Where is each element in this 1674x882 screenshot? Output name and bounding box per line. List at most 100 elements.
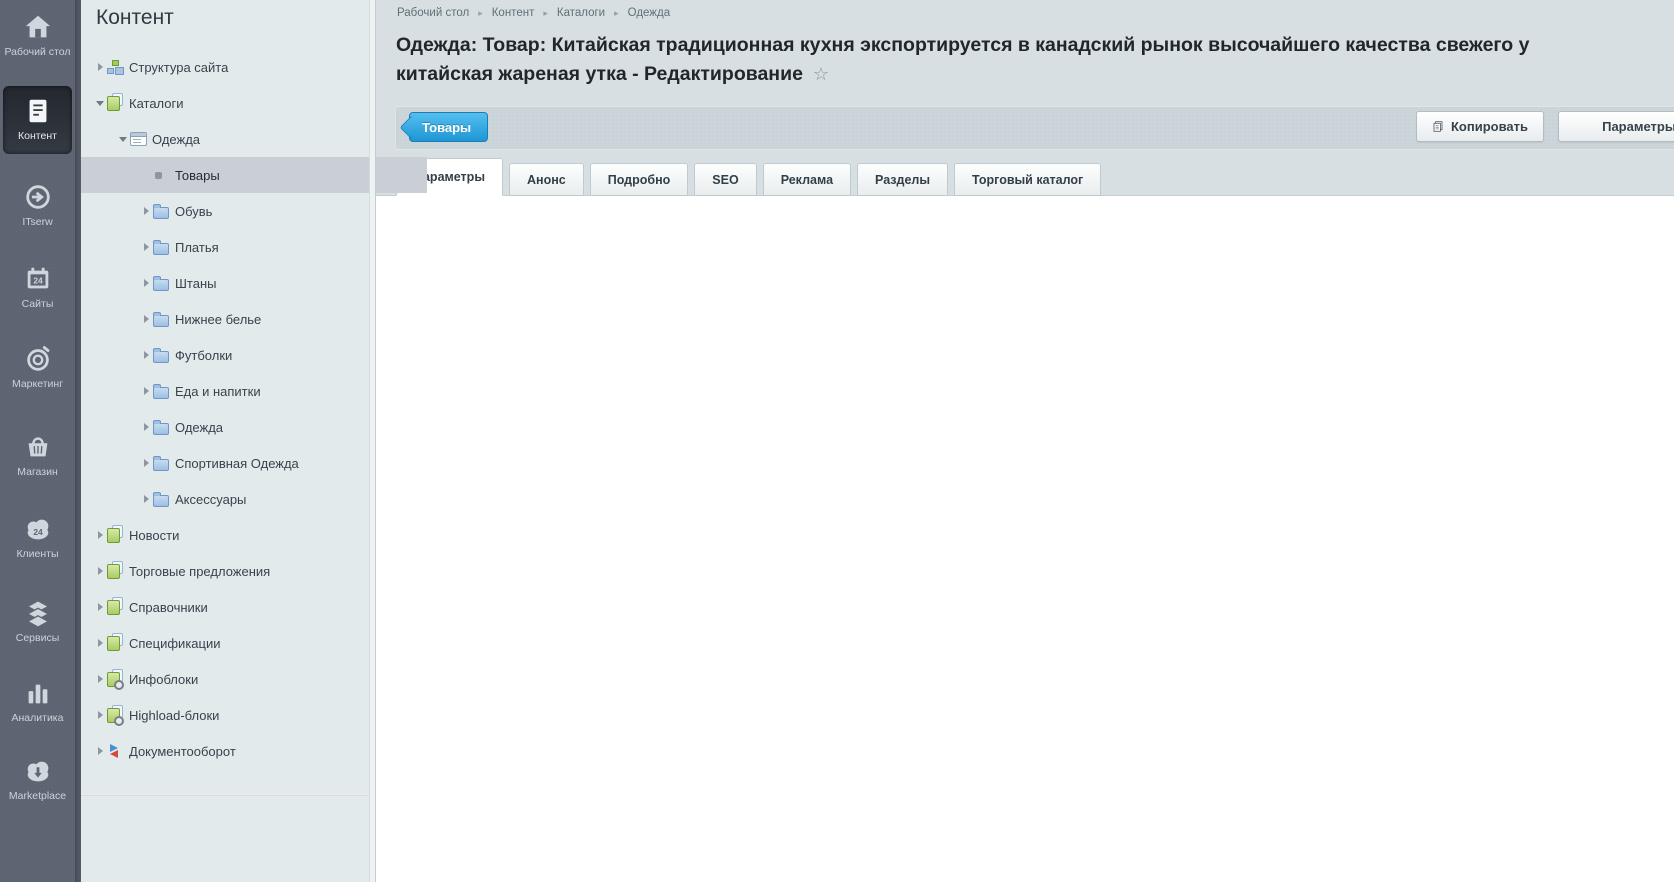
rail-item-label: Маркетинг	[12, 378, 63, 390]
arrow-circle-icon	[23, 182, 53, 212]
tree-item-spetsifikatsii[interactable]: Спецификации	[81, 625, 381, 661]
folder-icon	[153, 383, 175, 399]
copy-icon	[1432, 119, 1444, 134]
rail-item-label: ITserw	[22, 216, 52, 228]
tree-item-label: Аксессуары	[175, 492, 246, 507]
expand-arrow-icon[interactable]	[93, 567, 107, 575]
rail-item-desktop[interactable]: Рабочий стол	[0, 12, 75, 58]
rail-item-marketing[interactable]: Маркетинг	[0, 344, 75, 390]
rail-item-shop[interactable]: Магазин	[0, 432, 75, 478]
pages-gear-icon	[107, 671, 129, 687]
content-panel	[376, 195, 1674, 882]
collapse-arrow-icon[interactable]	[116, 137, 130, 142]
expand-arrow-icon[interactable]	[139, 315, 153, 323]
folder-icon	[153, 491, 175, 507]
sidebar-resize-gutter[interactable]	[369, 0, 376, 882]
breadcrumb-item[interactable]: Рабочий стол	[397, 7, 469, 19]
rail-item-label: Магазин	[17, 466, 58, 478]
folder-icon	[153, 455, 175, 471]
rail-item-label: Клиенты	[16, 548, 58, 560]
tree-item-label: Одежда	[152, 132, 200, 147]
tree-item-label: Еда и напитки	[175, 384, 261, 399]
folder-icon	[153, 203, 175, 219]
tree-item-label: Товары	[175, 168, 220, 183]
expand-arrow-icon[interactable]	[139, 207, 153, 215]
expand-arrow-icon[interactable]	[93, 747, 107, 755]
basket-icon	[23, 432, 53, 462]
rail-item-label: Marketplace	[9, 790, 66, 802]
favorite-star-icon[interactable]: ☆	[813, 64, 829, 84]
expand-arrow-icon[interactable]	[139, 459, 153, 467]
tab-torgovyy-katalog[interactable]: Торговый каталог	[954, 163, 1101, 196]
pages-gear-icon	[107, 707, 129, 723]
expand-arrow-icon[interactable]	[139, 351, 153, 359]
tree-item-label: Документооборот	[129, 744, 236, 759]
tree-item-spravochniki[interactable]: Справочники	[81, 589, 381, 625]
expand-arrow-icon[interactable]	[93, 639, 107, 647]
app-rail: Рабочий стол Контент ITserw 24 Сайты Мар…	[0, 0, 75, 882]
tree-item-site-structure[interactable]: Структура сайта	[81, 49, 381, 85]
folder-icon	[153, 275, 175, 291]
breadcrumb-item[interactable]: Каталоги	[557, 7, 605, 19]
rail-item-itserw[interactable]: ITserw	[0, 182, 75, 228]
copy-button[interactable]: Копировать	[1416, 111, 1544, 142]
tab-anons[interactable]: Анонс	[509, 163, 584, 196]
tab-seo[interactable]: SEO	[694, 163, 756, 196]
folder-icon	[153, 239, 175, 255]
rail-item-clients[interactable]: 24 Клиенты	[0, 514, 75, 560]
product-parameters-label: Параметры товара	[1602, 119, 1674, 134]
tree-item-label: Одежда	[175, 420, 223, 435]
expand-arrow-icon[interactable]	[139, 387, 153, 395]
rail-item-label: Сервисы	[16, 632, 60, 644]
expand-arrow-icon[interactable]	[93, 675, 107, 683]
expand-arrow-icon[interactable]	[139, 495, 153, 503]
bar-chart-icon	[23, 678, 53, 708]
breadcrumb-item[interactable]: Одежда	[628, 7, 670, 19]
expand-arrow-icon[interactable]	[139, 423, 153, 431]
tree-item-label: Справочники	[129, 600, 208, 615]
product-parameters-button[interactable]: Параметры товара	[1558, 111, 1674, 142]
rail-item-services[interactable]: Сервисы	[0, 598, 75, 644]
tab-razdely[interactable]: Разделы	[857, 163, 948, 196]
sidebar-divider	[81, 794, 369, 796]
tree-item-label: Каталоги	[129, 96, 184, 111]
tab-podrobno[interactable]: Подробно	[590, 163, 689, 196]
tree-item-odezhda-iblock[interactable]: Одежда	[81, 121, 404, 157]
breadcrumb: Рабочий стол ▸ Контент ▸ Каталоги ▸ Одеж…	[397, 7, 670, 19]
tree-item-novosti[interactable]: Новости	[81, 517, 381, 553]
rail-item-marketplace[interactable]: Marketplace	[0, 756, 75, 802]
rail-item-content[interactable]: Контент	[3, 86, 72, 154]
tree-item-label: Футболки	[175, 348, 232, 363]
tab-reklama[interactable]: Реклама	[763, 163, 851, 196]
rail-item-analytics[interactable]: Аналитика	[0, 678, 75, 724]
tree-item-catalogs[interactable]: Каталоги	[81, 85, 381, 121]
rail-item-sites[interactable]: 24 Сайты	[0, 264, 75, 310]
expand-arrow-icon[interactable]	[93, 603, 107, 611]
expand-arrow-icon[interactable]	[139, 243, 153, 251]
breadcrumb-separator-icon: ▸	[614, 8, 619, 19]
breadcrumb-separator-icon: ▸	[478, 8, 483, 19]
document-icon	[23, 96, 53, 126]
expand-arrow-icon[interactable]	[93, 531, 107, 539]
expand-arrow-icon[interactable]	[93, 711, 107, 719]
tree-item-dokumentooborot[interactable]: Документооборот	[81, 733, 381, 769]
svg-text:24: 24	[33, 527, 43, 537]
tree-item-infobloki[interactable]: Инфоблоки	[81, 661, 381, 697]
tree-item-label: Новости	[129, 528, 179, 543]
tree-item-torgovye-predlozheniya[interactable]: Торговые предложения	[81, 553, 381, 589]
collapse-arrow-icon[interactable]	[93, 101, 107, 106]
breadcrumb-item[interactable]: Контент	[492, 7, 535, 19]
tree-item-highload-bloki[interactable]: Highload-блоки	[81, 697, 381, 733]
rail-item-label: Сайты	[22, 298, 54, 310]
page-title-line2: китайская жареная утка - Редактирование	[396, 63, 803, 85]
cloud-24-icon: 24	[23, 514, 53, 544]
expand-arrow-icon[interactable]	[139, 279, 153, 287]
cloud-download-icon	[23, 756, 53, 786]
copy-button-label: Копировать	[1451, 119, 1528, 134]
svg-text:24: 24	[33, 276, 43, 286]
calendar-24-icon: 24	[23, 264, 53, 294]
back-to-list-button[interactable]: Товары	[409, 112, 488, 142]
catalog-pages-icon	[107, 95, 129, 111]
tree-item-label: Платья	[175, 240, 219, 255]
expand-arrow-icon[interactable]	[93, 63, 107, 71]
